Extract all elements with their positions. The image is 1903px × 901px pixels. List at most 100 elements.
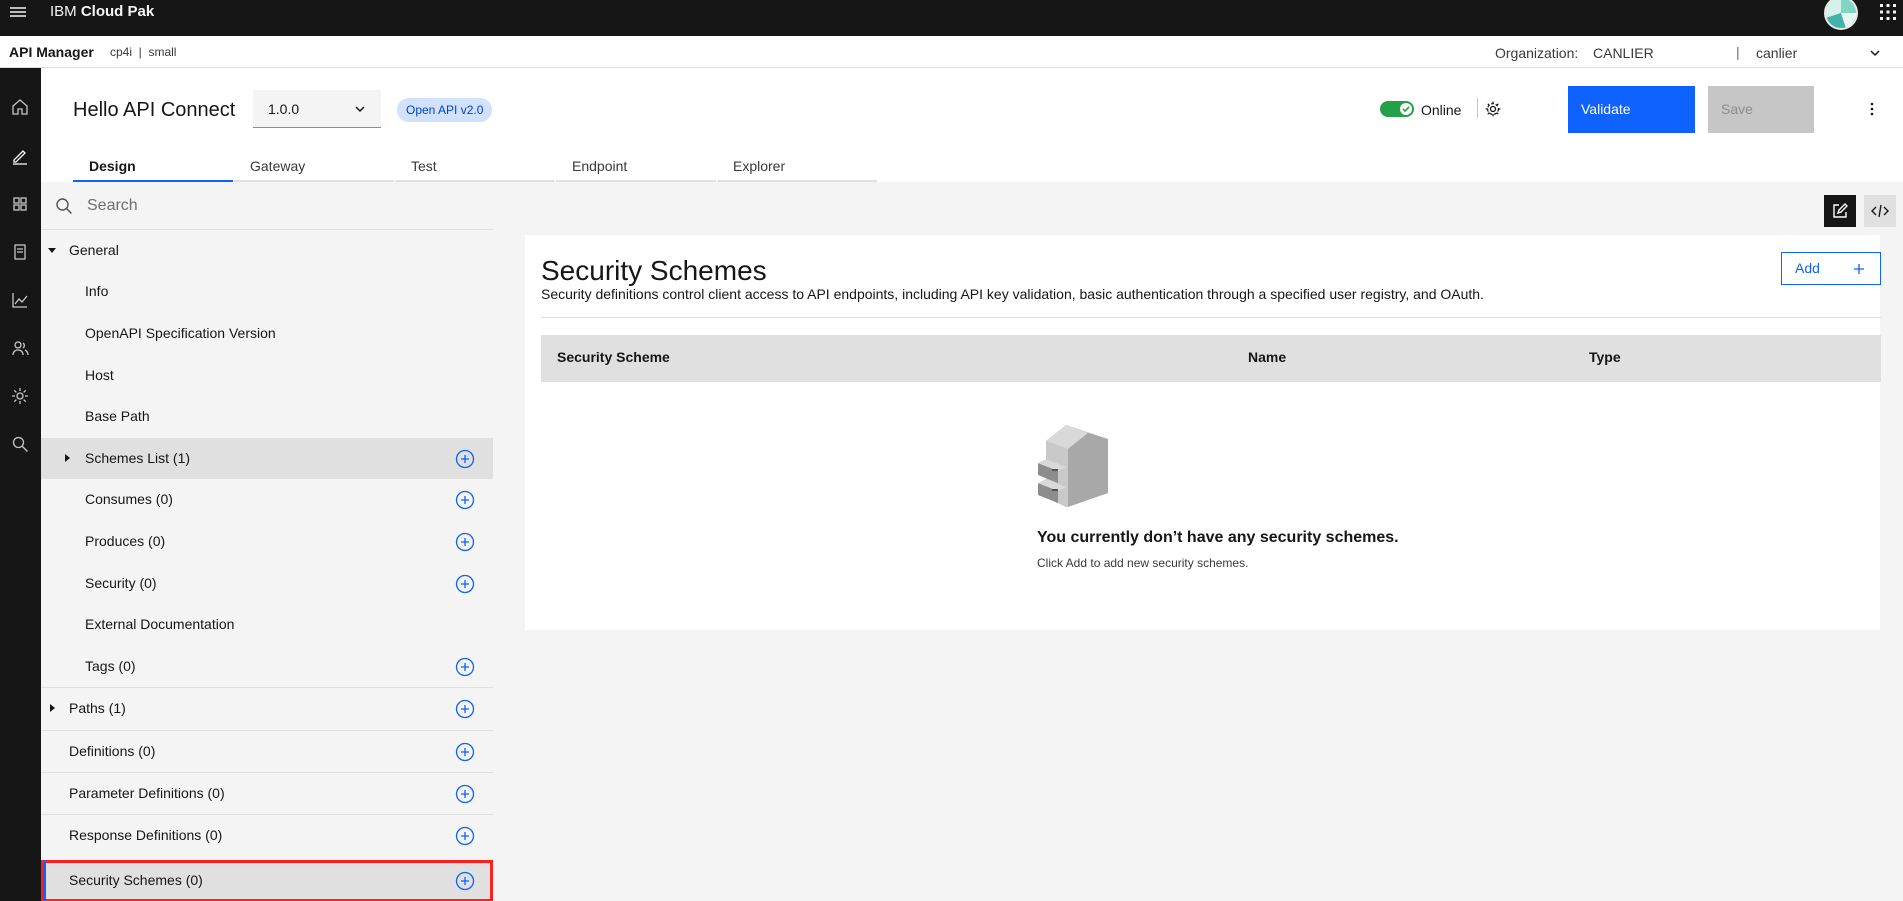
column-security-scheme[interactable]: Security Scheme: [557, 349, 670, 365]
app-switcher-icon[interactable]: [1878, 2, 1898, 22]
nav-item-definitions[interactable]: Definitions (0): [41, 730, 493, 771]
add-circle-icon[interactable]: [455, 574, 475, 594]
add-circle-icon[interactable]: [455, 826, 475, 846]
nav-item-external-docs[interactable]: External Documentation: [41, 604, 493, 645]
validate-button[interactable]: Validate: [1568, 86, 1695, 133]
spec-version-badge: Open API v2.0: [397, 98, 493, 122]
chevron-down-icon: [353, 102, 367, 116]
nav-item-security[interactable]: Security (0): [41, 563, 493, 604]
members-icon[interactable]: [10, 338, 30, 358]
plus-icon: [1852, 262, 1866, 276]
home-icon[interactable]: [10, 97, 30, 117]
brand-prefix: IBM: [50, 3, 77, 20]
nav-item-label: Consumes (0): [85, 491, 173, 507]
search-input[interactable]: [87, 194, 467, 218]
api-title: Hello API Connect: [73, 99, 236, 121]
nav-item-response-definitions[interactable]: Response Definitions (0): [41, 814, 493, 855]
nav-item-parameter-definitions[interactable]: Parameter Definitions (0): [41, 772, 493, 813]
catalog-icon[interactable]: [10, 242, 30, 262]
nav-item-label: Info: [85, 283, 109, 299]
top-bar: IBM Cloud Pak: [0, 0, 1903, 36]
hamburger-menu-icon[interactable]: [8, 4, 28, 24]
nav-item-openapi-version[interactable]: OpenAPI Specification Version: [41, 313, 493, 354]
nav-item-schemes-list[interactable]: Schemes List (1): [41, 438, 493, 479]
api-header: Hello API Connect 1.0.0 Open API v2.0 On…: [41, 68, 1903, 182]
brand-product: Cloud Pak: [80, 3, 155, 20]
nav-item-label: Definitions (0): [69, 743, 156, 759]
brand-title[interactable]: IBM Cloud Pak: [50, 3, 154, 21]
divider: [541, 317, 1881, 318]
add-circle-icon[interactable]: [455, 699, 475, 719]
search-icon: [55, 197, 73, 215]
caret-down-icon[interactable]: [47, 245, 57, 255]
add-circle-icon[interactable]: [455, 532, 475, 552]
nav-item-info[interactable]: Info: [41, 271, 493, 312]
nav-item-label: Security (0): [85, 575, 157, 591]
chevron-down-icon[interactable]: [1868, 46, 1882, 60]
apps-icon[interactable]: [10, 194, 30, 214]
nav-item-paths[interactable]: Paths (1): [41, 687, 493, 728]
context-label: cp4i | small: [110, 45, 177, 59]
gear-icon[interactable]: [1484, 100, 1502, 118]
edit-icon[interactable]: [10, 146, 30, 166]
add-circle-icon[interactable]: [455, 784, 475, 804]
security-schemes-panel: Security Schemes Security definitions co…: [525, 235, 1881, 630]
nav-item-label: Security Schemes (0): [69, 872, 203, 888]
nav-item-consumes[interactable]: Consumes (0): [41, 479, 493, 520]
checkmark-icon: [1400, 103, 1412, 115]
analytics-icon[interactable]: [10, 290, 30, 310]
tab-endpoint[interactable]: Endpoint: [556, 152, 716, 182]
column-name[interactable]: Name: [1248, 349, 1286, 365]
organization-label: Organization:: [1495, 45, 1579, 61]
caret-right-icon[interactable]: [62, 453, 72, 463]
tab-test[interactable]: Test: [395, 152, 555, 182]
form-edit-icon[interactable]: [1824, 195, 1856, 227]
empty-state-cabinet-icon: [1036, 421, 1116, 511]
tab-design[interactable]: Design: [73, 152, 233, 182]
divider: [1477, 98, 1478, 118]
add-circle-icon[interactable]: [455, 490, 475, 510]
nav-item-label: Parameter Definitions (0): [69, 785, 225, 801]
nav-item-produces[interactable]: Produces (0): [41, 521, 493, 562]
settings-icon[interactable]: [10, 386, 30, 406]
user-avatar[interactable]: [1824, 0, 1858, 30]
nav-item-label: Schemes List (1): [85, 450, 191, 466]
nav-item-base-path[interactable]: Base Path: [41, 396, 493, 437]
user-name[interactable]: canlier: [1756, 45, 1797, 61]
page-title: Security Schemes: [541, 255, 767, 286]
nav-item-host[interactable]: Host: [41, 355, 493, 396]
add-circle-icon[interactable]: [455, 657, 475, 677]
left-rail: [0, 68, 41, 901]
save-button[interactable]: Save: [1708, 86, 1814, 133]
overflow-menu-icon[interactable]: [1863, 100, 1881, 118]
nav-item-label: External Documentation: [85, 616, 235, 632]
tab-explorer[interactable]: Explorer: [717, 152, 877, 182]
column-type[interactable]: Type: [1589, 349, 1621, 365]
add-circle-icon[interactable]: [455, 742, 475, 762]
nav-item-label: Base Path: [85, 408, 150, 424]
nav-item-general[interactable]: General: [41, 230, 493, 271]
empty-state-subtitle: Click Add to add new security schemes.: [1037, 556, 1249, 570]
add-circle-icon[interactable]: [455, 871, 475, 891]
nav-item-label: General: [69, 242, 119, 258]
nav-item-security-schemes[interactable]: Security Schemes (0): [41, 860, 493, 901]
online-label: Online: [1421, 102, 1462, 118]
caret-right-icon[interactable]: [47, 703, 57, 713]
add-circle-icon[interactable]: [455, 449, 475, 469]
version-dropdown[interactable]: 1.0.0: [253, 90, 381, 128]
organization-value[interactable]: CANLIER: [1593, 45, 1654, 61]
code-view-icon[interactable]: [1864, 195, 1896, 227]
nav-item-tags[interactable]: Tags (0): [41, 646, 493, 687]
tab-gateway[interactable]: Gateway: [234, 152, 394, 182]
nav-item-label: Produces (0): [85, 533, 166, 549]
page-description: Security definitions control client acce…: [541, 286, 1484, 302]
app-name[interactable]: API Manager: [9, 44, 94, 60]
add-button[interactable]: Add: [1781, 252, 1881, 285]
online-toggle[interactable]: [1380, 101, 1414, 117]
design-navigation: General Info OpenAPI Specification Versi…: [41, 182, 493, 901]
context-bar: API Manager cp4i | small Organization: C…: [0, 36, 1903, 68]
version-value: 1.0.0: [268, 101, 300, 117]
empty-state-title: You currently don’t have any security sc…: [1037, 529, 1399, 546]
search-icon[interactable]: [10, 434, 30, 454]
nav-item-label: Paths (1): [69, 700, 126, 716]
